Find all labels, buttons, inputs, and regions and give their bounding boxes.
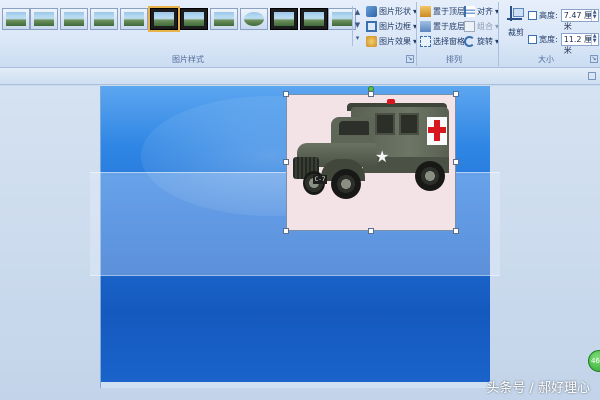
effects-icon <box>366 35 377 47</box>
scroll-up-icon[interactable]: ▲ <box>353 6 362 19</box>
picture-style-5[interactable] <box>120 8 148 30</box>
arrange-group-label: 排列 <box>446 55 462 64</box>
group-icon <box>464 20 475 32</box>
slide-canvas: ★ C-7 46 头条号 / 郝好理心 <box>0 86 600 400</box>
picture-style-8[interactable] <box>210 8 238 30</box>
resize-handle-tl[interactable] <box>283 91 289 97</box>
picture-style-9[interactable] <box>240 8 268 30</box>
width-row: 宽度: 11.2 厘米 ▲ ▼ <box>528 32 599 55</box>
align-label: 对齐 <box>477 6 493 16</box>
resize-handle-tr[interactable] <box>453 91 459 97</box>
scroll-down-icon[interactable]: ▼ <box>353 19 362 32</box>
ruler-bar <box>0 68 600 85</box>
height-input[interactable]: 7.47 厘米 ▲ ▼ <box>560 8 599 31</box>
picture-style-11[interactable] <box>300 8 328 30</box>
crop-button[interactable]: 裁剪 <box>503 4 529 46</box>
border-icon <box>366 20 377 32</box>
rotate-icon <box>464 35 475 47</box>
picture-effects-label: 图片效果 <box>379 36 411 46</box>
height-value: 7.47 厘米 <box>563 10 593 31</box>
size-launcher-icon[interactable]: ↘ <box>590 55 598 63</box>
slide-bottom-strip <box>101 382 490 388</box>
height-label: 高度: <box>539 10 558 20</box>
resize-handle-b[interactable] <box>368 228 374 234</box>
group-label: 组合 <box>477 21 493 31</box>
group-separator <box>416 2 417 66</box>
width-icon <box>528 34 537 44</box>
roof-lamp-icon <box>387 99 395 104</box>
group-button[interactable]: 组合 ▾ <box>464 19 499 33</box>
picture-style-2[interactable] <box>30 8 58 30</box>
shape-icon <box>366 5 377 17</box>
picture-style-gallery: ▲ ▼ ▾ <box>0 2 362 48</box>
group-separator <box>498 2 499 66</box>
selection-pane-icon <box>420 35 431 47</box>
picture-effects-button[interactable]: 图片效果 ▾ <box>366 34 417 48</box>
resize-handle-t[interactable] <box>368 91 374 97</box>
picture-style-4[interactable] <box>90 8 118 30</box>
spin-arrows-icon[interactable]: ▲ ▼ <box>590 9 598 21</box>
send-to-back-label: 置于底层 <box>433 21 465 31</box>
send-back-icon <box>420 20 431 32</box>
picture-border-button[interactable]: 图片边框 ▾ <box>366 19 417 33</box>
rotate-label: 旋转 <box>477 36 493 46</box>
selection-pane-button[interactable]: 选择窗格 <box>420 34 465 48</box>
ambulance-truck-image: ★ C-7 <box>287 95 457 232</box>
resize-handle-br[interactable] <box>453 228 459 234</box>
height-icon <box>528 10 537 20</box>
width-input[interactable]: 11.2 厘米 ▲ ▼ <box>560 32 599 55</box>
align-icon <box>464 5 475 17</box>
selected-picture[interactable]: ★ C-7 <box>283 86 459 234</box>
bring-to-front-label: 置于顶层 <box>433 6 465 16</box>
ribbon: ▲ ▼ ▾ 图片形状▾ 图片边框▾ 图片效果▾ 图片样式 ↘ 置于顶层 ▾ 置于底… <box>0 0 600 68</box>
options-icon[interactable] <box>588 72 596 80</box>
size-group-label: 大小 <box>538 55 554 64</box>
bring-front-icon <box>420 5 431 17</box>
spin-arrows-icon[interactable]: ▲ ▼ <box>590 33 598 45</box>
picture-style-1[interactable] <box>2 8 30 30</box>
picture-shape-label: 图片形状 <box>379 6 411 16</box>
crop-label: 裁剪 <box>508 28 524 37</box>
picture-shape-button[interactable]: 图片形状 ▾ <box>366 4 417 18</box>
width-value: 11.2 厘米 <box>563 34 593 55</box>
gallery-scroll[interactable]: ▲ ▼ ▾ <box>352 6 362 46</box>
resize-handle-bl[interactable] <box>283 228 289 234</box>
crop-icon <box>507 6 525 24</box>
height-row: 高度: 7.47 厘米 ▲ ▼ <box>528 8 599 31</box>
picture-styles-launcher-icon[interactable]: ↘ <box>406 55 414 63</box>
width-label: 宽度: <box>539 34 558 44</box>
gallery-more-icon[interactable]: ▾ <box>353 32 362 45</box>
resize-handle-r[interactable] <box>453 159 459 165</box>
floating-assistant-icon[interactable]: 46 <box>588 350 600 372</box>
picture-styles-group-label: 图片样式 <box>172 55 204 64</box>
license-plate: C-7 <box>313 175 327 184</box>
picture-style-6[interactable] <box>148 6 180 32</box>
picture-style-3[interactable] <box>60 8 88 30</box>
picture-style-7[interactable] <box>180 8 208 30</box>
selection-pane-label: 选择窗格 <box>433 36 465 46</box>
resize-handle-l[interactable] <box>283 159 289 165</box>
picture-border-label: 图片边框 <box>379 21 411 31</box>
align-button[interactable]: 对齐 ▾ <box>464 4 499 18</box>
watermark: 头条号 / 郝好理心 <box>486 381 590 396</box>
rotate-button[interactable]: 旋转 ▾ <box>464 34 499 48</box>
star-emblem-icon: ★ <box>375 147 390 166</box>
picture-style-10[interactable] <box>270 8 298 30</box>
